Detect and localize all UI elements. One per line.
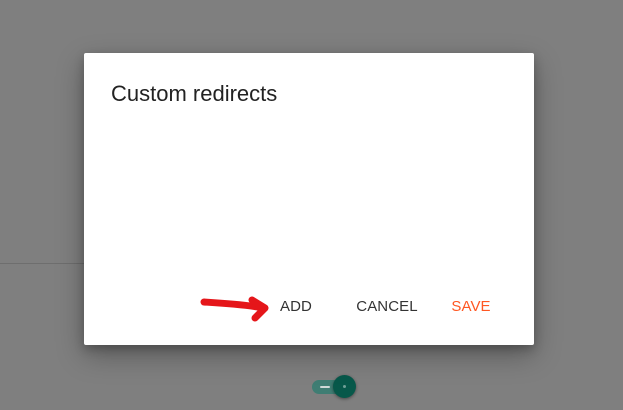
add-button[interactable]: ADD [280, 290, 312, 324]
dialog-actions: ADD CANCEL SAVE [84, 290, 534, 324]
dialog-title: Custom redirects [111, 81, 278, 106]
save-button[interactable]: SAVE [445, 290, 497, 324]
cancel-button[interactable]: CANCEL [350, 290, 424, 324]
arrow-right-icon [200, 296, 269, 322]
custom-redirects-dialog: Custom redirects ADD CANCEL SAVE [84, 53, 534, 345]
background-divider [0, 263, 84, 264]
background-toggle-switch [312, 375, 356, 399]
toggle-knob [333, 375, 356, 398]
